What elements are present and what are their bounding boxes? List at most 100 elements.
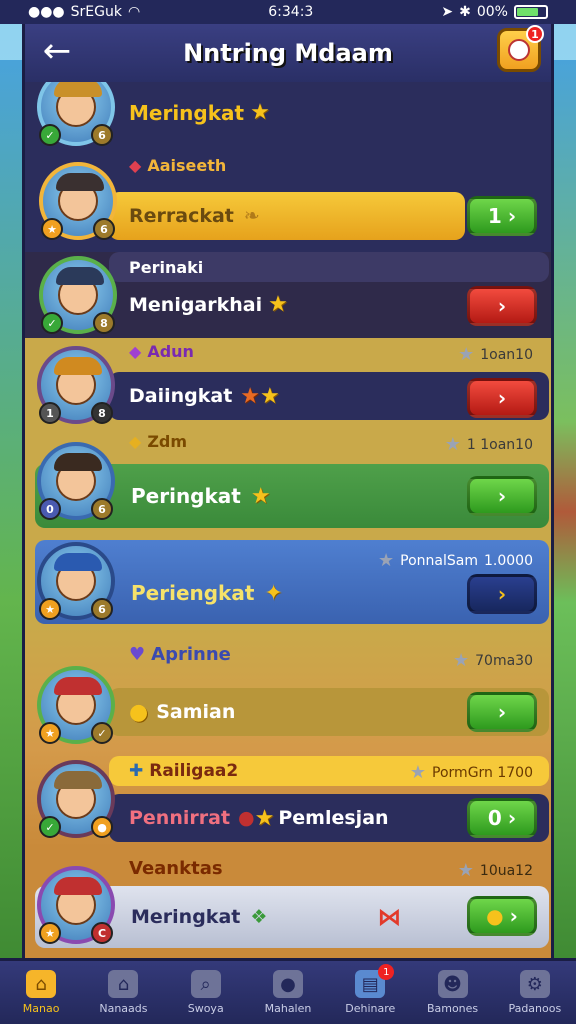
action-button[interactable]: › — [467, 378, 537, 418]
bow-icon: ⋈ — [377, 903, 402, 931]
star-icon: ★ — [240, 383, 261, 409]
row-meta-value: 1.0000 — [484, 552, 533, 569]
row-sublabel-text: Veanktas — [129, 858, 223, 879]
coin-icon: ● — [486, 904, 504, 928]
nav-item-inbox[interactable]: ▤ 1 Dehinare — [332, 964, 408, 1015]
gem-icon: ◆ — [129, 432, 142, 451]
star-icon: ★ — [254, 805, 275, 831]
rank-badge-icon: C — [91, 922, 113, 944]
back-button[interactable]: ← — [37, 34, 77, 70]
nav-item-houses[interactable]: ⌂ Nanaads — [85, 970, 161, 1015]
list-item[interactable]: Periengkat ✦ ★ PonnalSam 1.0000 ★ 6 › — [25, 536, 551, 628]
row-meta-value: PormGrn 1700 — [432, 764, 533, 781]
carrier-label: SrEGuk — [70, 4, 122, 20]
avatar: ★ 6 — [39, 162, 117, 240]
nav-item-settings[interactable]: ⚙ Padanoos — [497, 970, 573, 1015]
star-badge-icon: ★ — [39, 598, 61, 620]
bottom-nav: ⌂ Manao ⌂ Nanaads ⌕ Swoya ● Mahalen ▤ 1 … — [0, 958, 576, 1024]
nav-item-friends[interactable]: ☻ Bamones — [415, 970, 491, 1015]
wifi-icon: ◠ — [127, 4, 141, 20]
star-badge-icon: ★ — [39, 722, 61, 744]
row-label: Periengkat — [131, 581, 255, 605]
row-meta-value: 1 1oan10 — [466, 436, 533, 453]
row-meta-value: 10ua12 — [479, 862, 533, 879]
cap-icon — [54, 877, 102, 895]
row-sublabel: ◆ Aaiseeth — [129, 156, 226, 175]
chevron-right-icon: › — [497, 294, 507, 318]
row-sublabel: ◆ Zdm — [129, 432, 187, 451]
check-badge-icon: ✓ — [39, 816, 61, 838]
header: ← Nntring Mdaam 1 — [22, 24, 554, 82]
row-meta: ★ 10ua12 — [458, 860, 533, 881]
action-button[interactable]: ● › — [467, 896, 537, 936]
house-icon: ⌂ — [108, 970, 139, 998]
nav-item-home[interactable]: ⌂ Manao — [3, 970, 79, 1015]
nav-label: Nanaads — [99, 1002, 148, 1015]
list-item[interactable]: Perinaki Menigarkhai ★ ✓ 8 › — [25, 252, 551, 338]
avatar: ★ C — [37, 866, 115, 944]
action-button[interactable]: 0 › — [467, 798, 537, 838]
gem-icon: ◆ — [129, 156, 142, 175]
notification-button[interactable]: 1 — [497, 25, 544, 72]
hat-icon — [54, 82, 102, 97]
star-outline-icon: ★ — [458, 344, 475, 365]
list-item[interactable]: ◆ Adun ★ 1oan10 Daiingkat ★ ★ 1 8 › — [25, 338, 551, 426]
row-header: Perinaki — [109, 252, 549, 282]
home-icon: ⌂ — [26, 970, 57, 998]
avatar-face — [54, 771, 102, 819]
hat-icon — [54, 357, 102, 375]
list-item[interactable]: ◆ Zdm ★ 1 1oan10 Peringkat ★ 0 6 › — [25, 426, 551, 536]
arrow-left-icon: ← — [42, 31, 72, 71]
hat-icon — [54, 771, 102, 789]
star-outline-icon: ★ — [409, 762, 427, 783]
row-meta-label: PonnalSam — [400, 552, 478, 569]
battery-icon — [513, 5, 548, 19]
status-left: ●●● SrEGuk ◠ — [28, 4, 140, 20]
check-badge-icon: ✓ — [39, 124, 61, 146]
action-button[interactable]: 1 › — [467, 196, 537, 236]
status-bar: ●●● SrEGuk ◠ 6:34:3 ➤ ✱ 00% — [0, 0, 576, 24]
list-item[interactable]: ♥ Aprinne ★ 70ma30 ● Samian ★ ✓ › — [25, 628, 551, 748]
row-sublabel: Perinaki — [129, 257, 204, 277]
row-sublabel-text: Aaiseeth — [147, 156, 227, 175]
rank-badge-icon: 6 — [91, 498, 113, 520]
list-item[interactable]: ◆ Aaiseeth Rerrackat ❧ ★ 6 1 › — [25, 152, 551, 252]
bell-icon — [508, 39, 530, 61]
nav-badge: 1 — [378, 964, 395, 980]
chat-icon: ● — [272, 970, 303, 998]
action-button[interactable]: › — [467, 286, 537, 326]
chevron-right-icon: › — [497, 386, 507, 410]
avatar-face — [54, 453, 102, 501]
action-button[interactable]: › — [467, 692, 537, 732]
row-meta: ★ 1 1oan10 — [445, 434, 533, 455]
avatar-face — [56, 173, 104, 221]
nav-item-search[interactable]: ⌕ Swoya — [168, 970, 244, 1015]
cap-icon — [54, 553, 102, 571]
action-button[interactable]: › — [467, 574, 537, 614]
action-button[interactable]: › — [467, 476, 537, 516]
nav-label: Manao — [22, 1002, 60, 1015]
nav-label: Mahalen — [264, 1002, 312, 1015]
level-badge-icon: 6 — [93, 218, 115, 240]
list-item[interactable]: Veanktas ★ 10ua12 Meringkat ❖ ⋈ ★ C ● › — [25, 848, 551, 958]
nav-label: Padanoos — [508, 1002, 562, 1015]
row-sublabel-text: Adun — [147, 342, 194, 361]
row-meta: ★ 70ma30 — [453, 650, 533, 671]
row-meta: ★ 1oan10 — [458, 344, 533, 365]
chevron-right-icon: › — [509, 904, 518, 928]
avatar-face — [54, 553, 102, 601]
row-label: Daiingkat — [129, 385, 233, 407]
row-meta-value: 70ma30 — [475, 652, 533, 669]
nav-item-chat[interactable]: ● Mahalen — [250, 970, 326, 1015]
chevron-right-icon: › — [497, 582, 507, 606]
bluetooth-icon: ✱ — [459, 4, 471, 20]
page-title: Nntring Mdaam — [183, 39, 393, 67]
status-right: ➤ ✱ 00% — [441, 4, 548, 20]
people-icon: ☻ — [437, 970, 468, 998]
list-item[interactable]: ✚ Railigaa2 ★ PormGrn 1700 Pennirrat ● ★… — [25, 748, 551, 848]
list-item[interactable]: ✓ 6 Meringkat ★ — [25, 82, 551, 152]
star-badge-icon: ★ — [39, 922, 61, 944]
nav-label: Swoya — [187, 1002, 224, 1015]
notification-badge: 1 — [526, 25, 544, 43]
star-badge-icon: ★ — [41, 218, 63, 240]
